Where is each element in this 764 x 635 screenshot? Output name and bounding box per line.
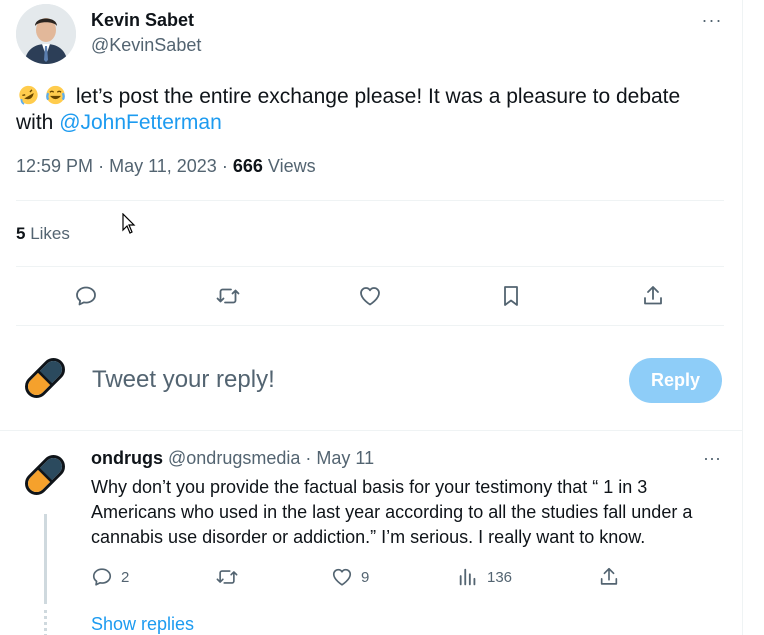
- reply-more-options-icon[interactable]: ···: [698, 448, 726, 468]
- reply-text: Why don’t you provide the factual basis …: [91, 477, 693, 547]
- column-border: [742, 0, 743, 635]
- author-handle[interactable]: @KevinSabet: [91, 35, 201, 56]
- retweet-icon: [216, 570, 238, 584]
- retweet-icon[interactable]: [214, 282, 242, 310]
- reply-retweet-button[interactable]: [216, 565, 246, 589]
- mouse-cursor-icon: [122, 213, 136, 234]
- reply-author-name[interactable]: ondrugs: [91, 448, 163, 468]
- thread-dots: [44, 610, 47, 635]
- tweet-timestamp: 12:59 PM · May 11, 2023 · 666 Views: [16, 156, 316, 177]
- divider: [16, 325, 724, 326]
- reply-input[interactable]: Tweet your reply!: [92, 366, 275, 394]
- like-icon: [332, 568, 352, 586]
- reply-icon[interactable]: [72, 282, 100, 310]
- views-count: 666: [232, 156, 263, 176]
- reply-share-button[interactable]: [598, 565, 620, 589]
- reply-count: 2: [121, 568, 130, 586]
- divider: [16, 200, 724, 201]
- share-icon: [600, 567, 618, 585]
- views-label: Views: [267, 156, 316, 176]
- show-replies-link[interactable]: Show replies: [91, 614, 194, 635]
- likes-count: 5: [16, 224, 26, 243]
- pill-avatar-icon: [25, 358, 65, 398]
- separator: ·: [98, 156, 105, 176]
- likes-stat[interactable]: 5 Likes: [16, 224, 70, 244]
- tweet-text: let’s post the entire exchange please! I…: [16, 84, 716, 136]
- reply-author-handle[interactable]: @ondrugsmedia: [168, 448, 300, 468]
- bookmark-icon[interactable]: [497, 282, 525, 310]
- author-name[interactable]: Kevin Sabet: [91, 10, 194, 31]
- author-avatar[interactable]: [16, 4, 76, 64]
- tweet-date[interactable]: May 11, 2023: [109, 156, 217, 176]
- reply-icon: [92, 568, 112, 586]
- separator: ·: [221, 156, 228, 176]
- face-with-tears-of-joy-emoji: [46, 85, 65, 105]
- divider: [16, 266, 724, 267]
- views-icon: [459, 568, 476, 586]
- reply-button[interactable]: Reply: [629, 358, 722, 403]
- reply-like-button[interactable]: 9: [331, 565, 369, 589]
- like-icon[interactable]: [356, 282, 384, 310]
- reply-views-button[interactable]: 136: [457, 565, 512, 589]
- divider: [0, 430, 742, 431]
- views-count: 136: [487, 568, 513, 586]
- rolling-on-floor-laughing-emoji: [19, 85, 38, 105]
- reply-header: ondrugs @ondrugsmedia · May 11: [91, 448, 374, 469]
- reply-author-avatar[interactable]: [18, 448, 72, 502]
- reply-date[interactable]: May 11: [316, 448, 374, 468]
- mention-link[interactable]: @JohnFetterman: [59, 111, 222, 134]
- likes-label: Likes: [30, 224, 70, 243]
- reply-reply-button[interactable]: 2: [91, 565, 129, 589]
- share-icon[interactable]: [639, 282, 667, 310]
- tweet-time[interactable]: 12:59 PM: [16, 156, 93, 176]
- like-count: 9: [361, 568, 370, 586]
- thread-line: [44, 514, 47, 604]
- more-options-icon[interactable]: ···: [698, 10, 726, 30]
